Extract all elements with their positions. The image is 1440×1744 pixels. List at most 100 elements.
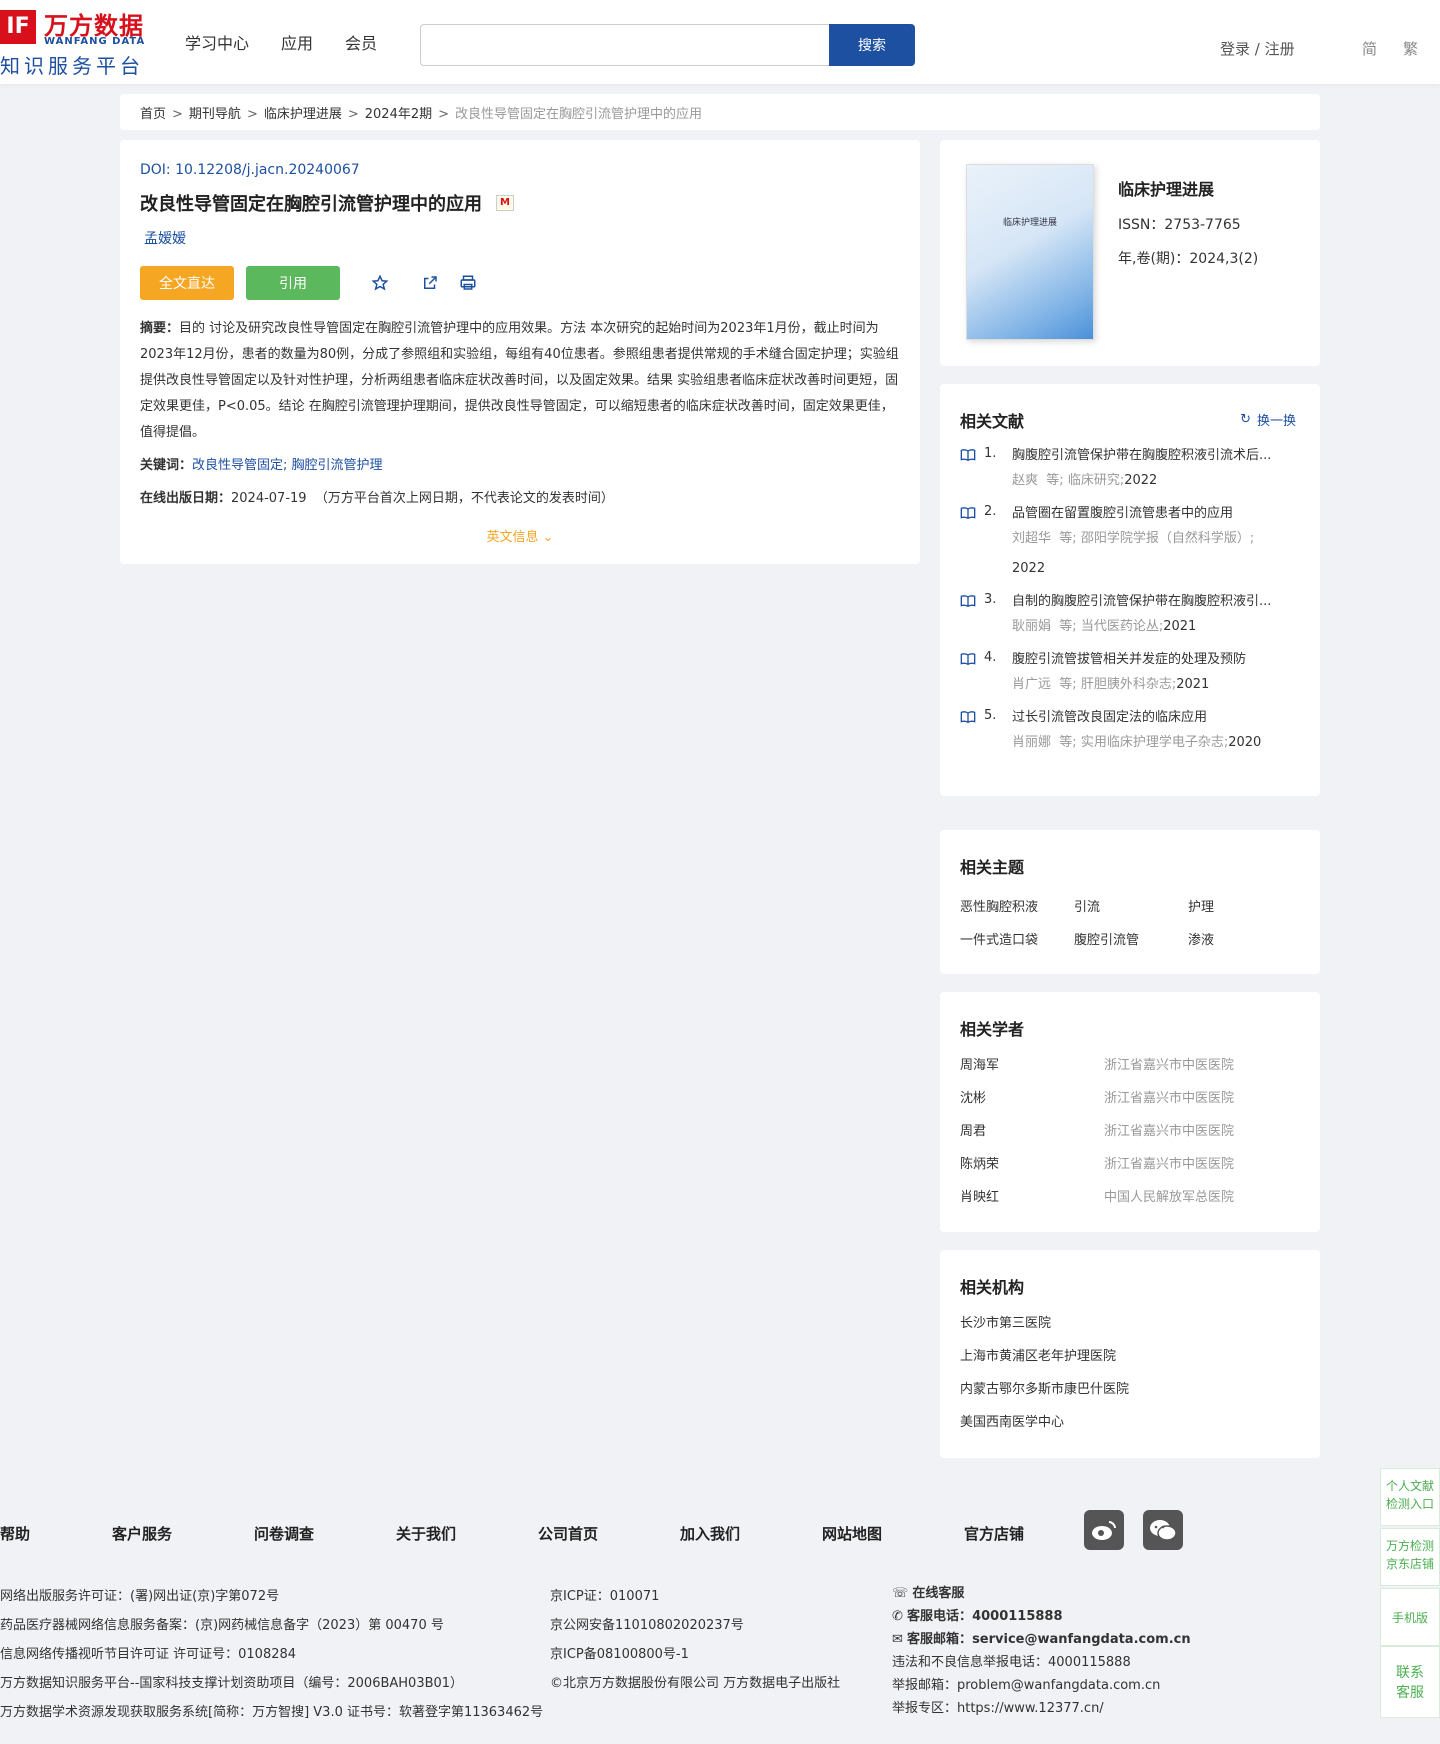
ref-title[interactable]: 胸腹腔引流管保护带在胸腹腔积液引流术后... [1012, 446, 1294, 466]
article-author[interactable]: 孟嫒嫒 [140, 228, 900, 248]
org-link[interactable]: 美国西南医学中心 [960, 1411, 1300, 1430]
logo[interactable]: IF 万方数据 WANFANG DATA 知识服务平台 [0, 6, 152, 78]
email-address[interactable]: service@wanfangdata.com.cn [972, 1632, 1191, 1647]
breadcrumb-separator: > [347, 107, 359, 122]
footer-link-help[interactable]: 帮助 [0, 1523, 30, 1544]
scholar-org[interactable]: 中国人民解放军总医院 [1104, 1186, 1234, 1205]
login-register-link[interactable]: 登录 / 注册 [1220, 38, 1295, 59]
license-line: 万方数据学术资源发现获取服务系统[简称：万方智搜] V3.0 证书号：软著登字第… [0, 1705, 544, 1720]
ref-etc: 等; [1059, 531, 1077, 546]
keyword-link[interactable]: 胸腔引流管护理 [292, 458, 383, 473]
ref-etc: 等; [1059, 677, 1077, 692]
email-label: 客服邮箱： [907, 1632, 973, 1647]
breadcrumb: 首页 > 期刊导航 > 临床护理进展 >2024年2期 > 改良性导管固定在胸腔引流管护理中的… [120, 94, 1320, 130]
scholar-name[interactable]: 沈彬 [960, 1087, 1104, 1106]
org-link[interactable]: 内蒙古鄂尔多斯市康巴什医院 [960, 1378, 1300, 1397]
nav-membership[interactable]: 会员 [345, 30, 377, 54]
ref-title[interactable]: 过长引流管改良固定法的临床应用 [1012, 708, 1294, 728]
search-input[interactable] [420, 24, 830, 66]
report-phone: 违法和不良信息举报电话：4000115888 [892, 1655, 1131, 1670]
footer-link-survey[interactable]: 问卷调查 [254, 1523, 314, 1544]
abstract: 摘要：目的 讨论及研究改良性导管固定在胸腔引流管护理中的应用效果。方法 本次研究… [140, 316, 900, 446]
fulltext-button[interactable]: 全文直达 [140, 266, 234, 300]
favorite-star-icon[interactable] [370, 273, 390, 293]
lang-simplified[interactable]: 简 [1362, 38, 1377, 59]
list-item: 1. 胸腹腔引流管保护带在胸腹腔积液引流术后... 赵爽 等; 临床研究;202… [960, 446, 1300, 496]
top-header: IF 万方数据 WANFANG DATA 知识服务平台 学习中心 应用 会员 搜… [0, 0, 1440, 84]
footer-link-official-store[interactable]: 官方店铺 [964, 1523, 1024, 1544]
nav-apps[interactable]: 应用 [281, 30, 313, 54]
scholar-name[interactable]: 陈炳荣 [960, 1153, 1104, 1172]
scholar-org[interactable]: 浙江省嘉兴市中医医院 [1104, 1054, 1234, 1073]
breadcrumb-current: 改良性导管固定在胸腔引流管护理中的应用 [455, 107, 703, 122]
icp-line: ©北京万方数据股份有限公司 万方数据电子出版社 [550, 1676, 841, 1691]
footer-link-about[interactable]: 关于我们 [396, 1523, 456, 1544]
scholar-org[interactable]: 浙江省嘉兴市中医医院 [1104, 1087, 1234, 1106]
side-personal-line: 检测入口 [1385, 1497, 1434, 1511]
breadcrumb-journal[interactable]: 临床护理进展 [264, 107, 342, 122]
article-doi[interactable]: DOI: 10.12208/j.jacn.20240067 [140, 162, 360, 178]
scholar-row: 周君 浙江省嘉兴市中医医院 [960, 1120, 1300, 1139]
logo-subtitle: 知识服务平台 [0, 54, 144, 78]
chevron-down-icon: ⌄ [542, 530, 554, 545]
weibo-icon[interactable] [1084, 1510, 1124, 1550]
wechat-icon[interactable] [1143, 1510, 1183, 1550]
org-link[interactable]: 上海市黄浦区老年护理医院 [960, 1345, 1300, 1364]
footer-link-company-home[interactable]: 公司首页 [538, 1523, 598, 1544]
cite-button[interactable]: 引用 [246, 266, 340, 300]
breadcrumb-issue[interactable]: 2024年2期 [365, 107, 432, 122]
english-info-toggle[interactable]: 英文信息 ⌄ [140, 526, 900, 545]
report-email: 举报邮箱：problem@wanfangdata.com.cn [892, 1678, 1161, 1693]
scholar-name[interactable]: 周海军 [960, 1054, 1104, 1073]
nav-learning-center[interactable]: 学习中心 [185, 30, 249, 54]
footer-link-join-us[interactable]: 加入我们 [680, 1523, 740, 1544]
refresh-button[interactable]: ↻ 换一换 [1240, 410, 1296, 429]
footer-link-customer-service[interactable]: 客户服务 [112, 1523, 172, 1544]
online-service-link[interactable]: ☏ 在线客服 [892, 1582, 1191, 1605]
ref-title[interactable]: 腹腔引流管拔管相关并发症的处理及预防 [1012, 650, 1294, 670]
journal-cover[interactable]: 临床护理进展 [966, 164, 1094, 340]
side-personal-check[interactable]: 个人文献 检测入口 [1380, 1468, 1440, 1526]
lang-traditional[interactable]: 繁 [1403, 38, 1418, 59]
footer-link-sitemap[interactable]: 网站地图 [822, 1523, 882, 1544]
side-contact-service[interactable]: 联系 客服 [1380, 1646, 1440, 1718]
scholar-org[interactable]: 浙江省嘉兴市中医医院 [1104, 1120, 1234, 1139]
report-site[interactable]: 举报专区：https://www.12377.cn/ [892, 1697, 1191, 1720]
topic-link[interactable]: 恶性胸腔积液 [960, 896, 1074, 915]
print-icon[interactable] [458, 273, 478, 293]
topic-link[interactable]: 渗液 [1188, 929, 1302, 948]
footer-contact-column: ☏ 在线客服 ✆ 客服电话：4000115888 ✉ 客服邮箱：service@… [892, 1582, 1191, 1720]
ref-title[interactable]: 自制的胸腹腔引流管保护带在胸腹腔积液引... [1012, 592, 1294, 612]
cover-title: 临床护理进展 [1002, 218, 1057, 228]
icp-line[interactable]: 京ICP证：010071 [550, 1582, 840, 1611]
scholar-row: 陈炳荣 浙江省嘉兴市中医医院 [960, 1153, 1300, 1172]
ref-author: 肖丽娜 [1012, 735, 1052, 750]
topic-link[interactable]: 护理 [1188, 896, 1302, 915]
book-icon [960, 650, 978, 700]
search-button[interactable]: 搜索 [829, 24, 915, 66]
ref-source: 邵阳学院学报（自然科学版）; [1080, 531, 1255, 546]
icp-line[interactable]: 京ICP备08100800号-1 [550, 1640, 840, 1669]
side-mobile[interactable]: 手机版 [1380, 1588, 1440, 1646]
book-icon [960, 446, 978, 496]
scholar-org[interactable]: 浙江省嘉兴市中医医院 [1104, 1153, 1234, 1172]
book-icon [960, 708, 978, 758]
breadcrumb-home[interactable]: 首页 [140, 107, 166, 122]
side-jd-store[interactable]: 万方检测 京东店铺 [1380, 1528, 1440, 1586]
journal-name[interactable]: 临床护理进展 [1118, 176, 1214, 200]
org-link[interactable]: 长沙市第三医院 [960, 1312, 1300, 1331]
topic-link[interactable]: 腹腔引流管 [1074, 929, 1188, 948]
icp-line[interactable]: 京公网安备11010802020237号 [550, 1611, 840, 1640]
ref-etc: 等; [1046, 473, 1064, 488]
section-title: 相关机构 [960, 1278, 1025, 1297]
share-icon[interactable] [420, 273, 440, 293]
breadcrumb-journal-nav[interactable]: 期刊导航 [189, 107, 241, 122]
scholar-name[interactable]: 肖映红 [960, 1186, 1104, 1205]
publish-date: 在线出版日期：2024-07-19 （万方平台首次上网日期，不代表论文的发表时间… [140, 487, 900, 506]
topic-link[interactable]: 引流 [1074, 896, 1188, 915]
ref-title[interactable]: 品管圈在留置腹腔引流管患者中的应用 [1012, 504, 1294, 524]
scholar-name[interactable]: 周君 [960, 1120, 1104, 1139]
keyword-link[interactable]: 改良性导管固定 [192, 458, 283, 473]
topic-link[interactable]: 一件式造口袋 [960, 929, 1074, 948]
side-contact-line: 联系 [1396, 1665, 1424, 1681]
